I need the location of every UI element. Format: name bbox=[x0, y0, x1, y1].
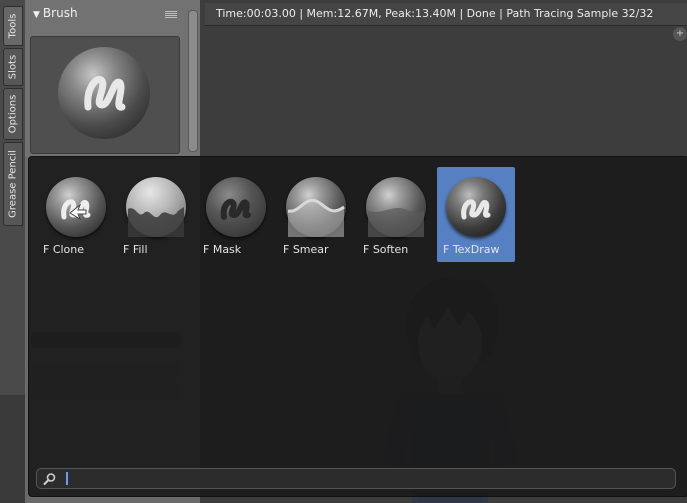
brush-item-mask[interactable]: F Mask bbox=[197, 167, 275, 262]
brush-label: F Soften bbox=[363, 243, 409, 256]
mask-brush-icon bbox=[206, 177, 266, 237]
panel-scrollbar[interactable] bbox=[188, 10, 198, 152]
tab-tools[interactable]: Tools bbox=[3, 6, 23, 46]
text-caret bbox=[66, 472, 68, 485]
brush-item-smear[interactable]: F Smear bbox=[277, 167, 355, 262]
texdraw-brush-icon bbox=[446, 177, 506, 237]
tab-options[interactable]: Options bbox=[3, 88, 23, 140]
plus-icon[interactable]: + bbox=[673, 27, 687, 41]
clone-brush-icon bbox=[46, 177, 106, 237]
brush-label: F Fill bbox=[123, 243, 148, 256]
texdraw-brush-icon bbox=[58, 47, 150, 139]
brush-search-input[interactable] bbox=[36, 468, 676, 489]
brush-item-texdraw[interactable]: F TexDraw bbox=[437, 167, 515, 262]
brush-item-clone[interactable]: F Clone bbox=[37, 167, 115, 262]
tab-slots[interactable]: Slots bbox=[3, 48, 23, 86]
search-icon bbox=[43, 473, 56, 485]
brush-panel-header[interactable]: ▼ Brush bbox=[25, 0, 200, 28]
brush-item-soften[interactable]: F Soften bbox=[357, 167, 435, 262]
brush-preview-button[interactable] bbox=[30, 36, 180, 154]
brush-label: F Clone bbox=[43, 243, 85, 256]
collapse-triangle-icon: ▼ bbox=[33, 10, 40, 20]
tool-shelf-tabs: Tools Slots Options Grease Pencil bbox=[0, 0, 25, 395]
brush-label: F Smear bbox=[283, 243, 329, 256]
smear-brush-icon bbox=[286, 177, 346, 237]
drag-grip-icon[interactable] bbox=[165, 10, 177, 18]
brush-item-fill[interactable]: F Fill bbox=[117, 167, 195, 262]
render-status-text: Time:00:03.00 | Mem:12.67M, Peak:13.40M … bbox=[216, 7, 654, 20]
brush-selector-popup: F Clone F Fill F Mask F Smear F Soften F… bbox=[28, 156, 687, 497]
brush-label: F Mask bbox=[203, 243, 242, 256]
render-info-header: Time:00:03.00 | Mem:12.67M, Peak:13.40M … bbox=[205, 3, 687, 26]
tab-strip-empty bbox=[0, 395, 25, 503]
fill-brush-icon bbox=[126, 177, 186, 237]
tab-grease-pencil[interactable]: Grease Pencil bbox=[3, 142, 23, 226]
brush-label: F TexDraw bbox=[443, 243, 500, 256]
soften-brush-icon bbox=[366, 177, 426, 237]
panel-title: Brush bbox=[42, 6, 78, 20]
